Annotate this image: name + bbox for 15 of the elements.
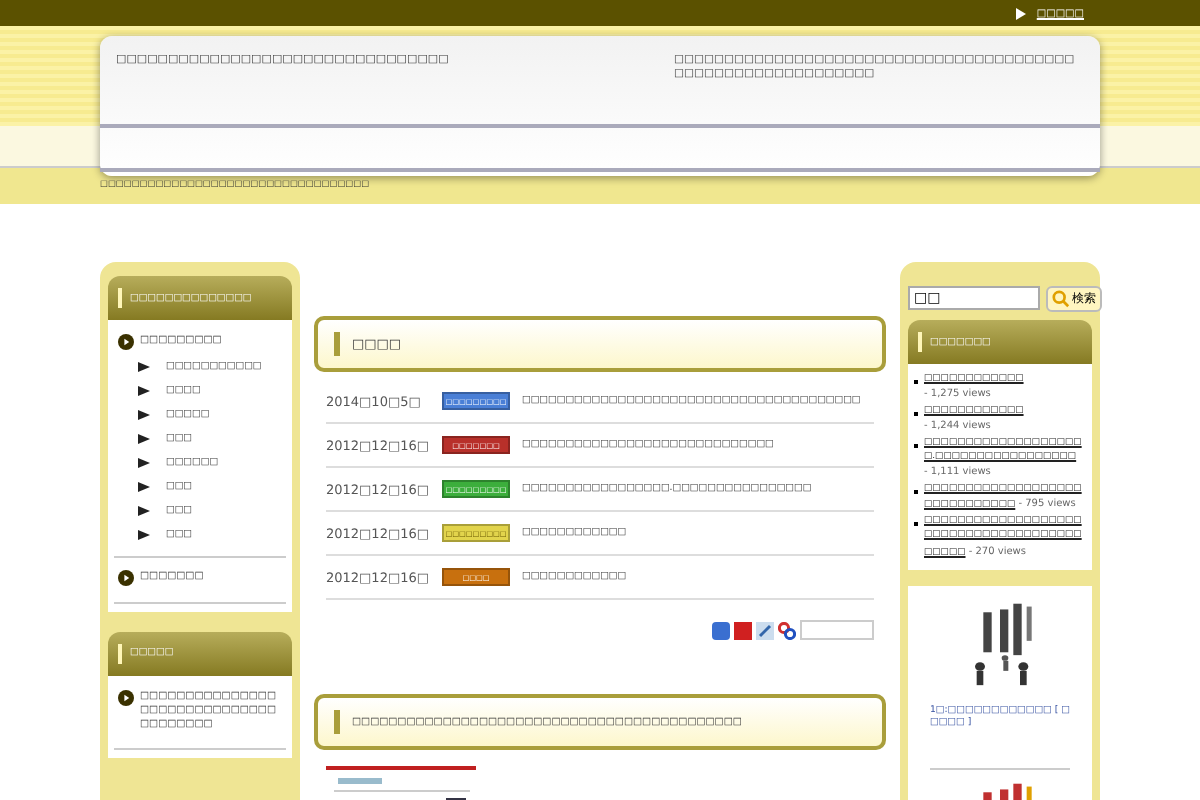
triangle-icon xyxy=(138,482,150,493)
triangle-icon xyxy=(138,530,150,541)
triangle-icon xyxy=(138,506,150,517)
triangle-icon xyxy=(138,434,150,445)
clip-icon[interactable] xyxy=(756,621,774,639)
triangle-icon xyxy=(138,362,150,373)
bullet-icon xyxy=(118,334,134,350)
counter-field xyxy=(800,620,874,640)
bullet-icon xyxy=(118,569,134,586)
rings-icon[interactable] xyxy=(778,621,796,639)
triangle-icon xyxy=(138,410,150,421)
triangle-icon xyxy=(138,386,150,397)
search-icon xyxy=(1052,290,1070,308)
bullet-icon xyxy=(118,689,134,706)
triangle-icon xyxy=(138,458,150,469)
